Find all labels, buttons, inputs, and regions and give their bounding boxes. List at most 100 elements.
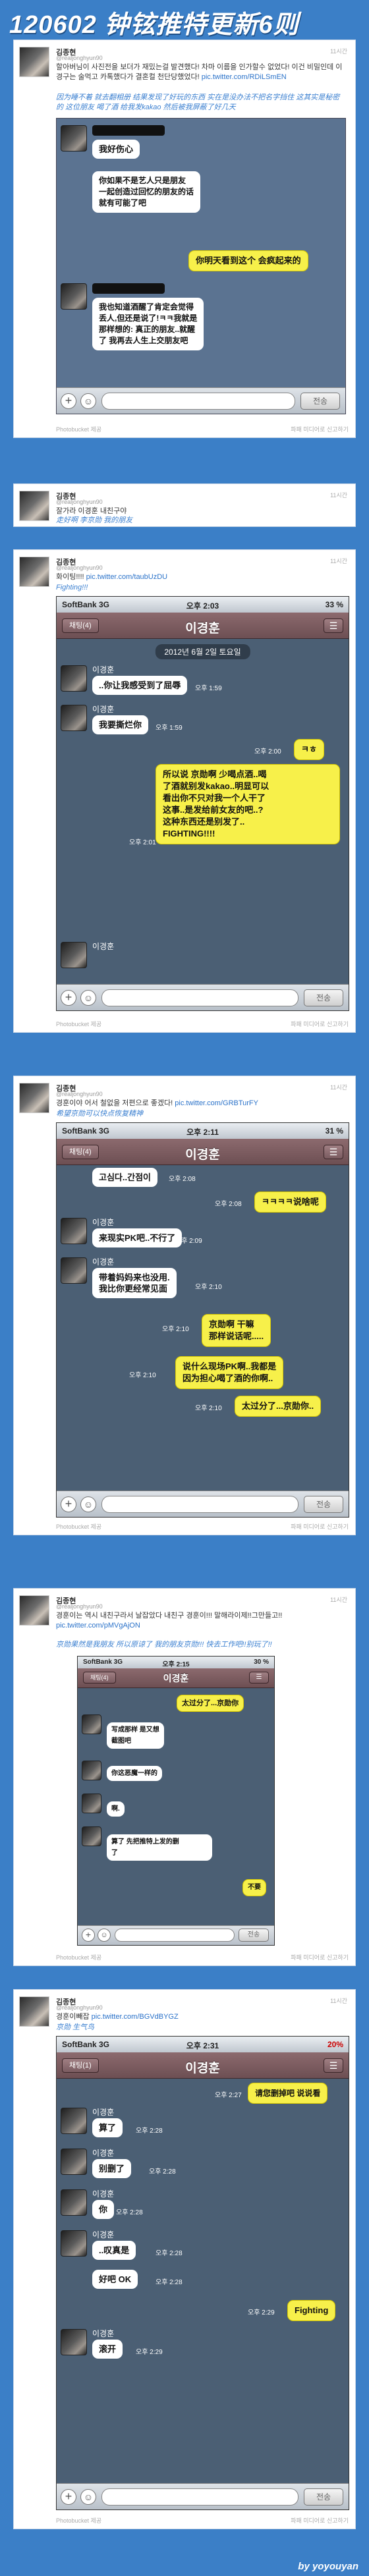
- user-id: @realjonghyun90: [56, 2004, 103, 2011]
- message-input[interactable]: [101, 1496, 298, 1513]
- contact-avatar: [82, 1714, 101, 1734]
- report-link[interactable]: 파패 미디어로 신고하기: [291, 1522, 349, 1531]
- emoji-icon[interactable]: ☺: [80, 2489, 96, 2505]
- plus-icon[interactable]: +: [61, 2489, 76, 2505]
- contact-name: 이경훈: [185, 2062, 220, 2075]
- chat-input-bar: + ☺ 전송: [78, 1925, 274, 1945]
- sender-name: 이경훈: [92, 1257, 115, 1267]
- emoji-icon[interactable]: ☺: [80, 1496, 96, 1512]
- menu-icon[interactable]: ☰: [324, 1145, 343, 1159]
- phone-screenshot: SoftBank 3G 오후 2:03 33 % 채팅(4) 이경훈 ☰ 2012년…: [56, 596, 349, 1011]
- tweet-text: 경훈이야 어서 철없을 저편으로 좋겠다! pic.twitter.com/GR…: [56, 1099, 258, 1107]
- message-input[interactable]: [101, 2488, 298, 2506]
- avatar[interactable]: [19, 1083, 49, 1113]
- phone-screenshot: SoftBank 3G 오후 2:15 30 % 채팅(4) 이경훈 ☰ 太过分了.…: [77, 1656, 275, 1946]
- message-input[interactable]: [101, 393, 295, 410]
- contact-avatar: [61, 2108, 87, 2134]
- send-button[interactable]: 전송: [304, 2488, 343, 2506]
- sender-name: 이경훈: [92, 2189, 115, 2199]
- avatar[interactable]: [19, 491, 49, 521]
- contact-avatar: [82, 1826, 101, 1846]
- send-button[interactable]: 전송: [300, 393, 340, 410]
- phone-screenshot: SoftBank 3G 오후 2:31 20% 채팅(1) 이경훈 ☰ 오후 2:2…: [56, 2036, 349, 2510]
- report-link[interactable]: 파패 미디어로 신고하기: [291, 425, 349, 433]
- msg-time: 오후 2:28: [156, 2250, 183, 2257]
- chat-bubble: 你这恶魔一样的: [107, 1766, 162, 1781]
- chat-bubble-mine: ㅋㅎ: [294, 739, 324, 760]
- msg-time: 오후 1:59: [156, 725, 183, 732]
- send-button[interactable]: 전송: [304, 1496, 343, 1513]
- msg-time: 오후 2:29: [136, 2349, 163, 2356]
- chat-bubble-mine: 说什么现场PK啊..我都是 因为担心喝了酒的你啊..: [175, 1356, 284, 1389]
- tweet-card-1: 김종현 @realjonghyun90 11시간 할아버님이 사진전을 보더가 …: [13, 40, 356, 438]
- emoji-icon[interactable]: ☺: [98, 1929, 111, 1942]
- status-bar: SoftBank 3G 오후 2:03 33 %: [57, 597, 349, 613]
- plus-icon[interactable]: +: [61, 1496, 76, 1512]
- contact-avatar: [61, 1218, 87, 1244]
- tweet-link[interactable]: pic.twitter.com/taubUzDU: [86, 573, 167, 581]
- tweet-age: 11시간: [330, 1084, 347, 1091]
- plus-icon[interactable]: +: [82, 1929, 95, 1942]
- contact-avatar: [61, 2149, 87, 2175]
- sender-name: 이경훈: [92, 2149, 115, 2158]
- chat-bubble-mine: 太过分了...京勋你: [177, 1695, 244, 1712]
- date-label: 2012년 6월 2일 토요일: [155, 644, 250, 659]
- tweet-translation: 因为睡不着 就去翻相册 结果发现了好玩的东西 实在是没办法不把名字挡住 这其实是…: [56, 94, 340, 111]
- menu-icon[interactable]: ☰: [324, 618, 343, 633]
- chat-nav-bar: 채팅(4) 이경훈 ☰: [57, 613, 349, 639]
- tweet-link[interactable]: pic.twitter.com/RDiLSmEN: [202, 73, 287, 81]
- send-button[interactable]: 전송: [239, 1929, 269, 1942]
- tweet-text: 경훈이는 역시 내친구라서 날잡았다 내친구 경훈이!!! 말해라이제!!그만들…: [56, 1612, 283, 1630]
- chat-bubble-mine: 京勋啊 干嘛 那样说话呢.....: [202, 1314, 271, 1347]
- msg-time: 오후 2:10: [162, 1326, 189, 1333]
- tweet-link[interactable]: pic.twitter.com/BGVdBYGZ: [92, 2013, 179, 2021]
- message-input[interactable]: [115, 1929, 235, 1942]
- chat-bubble-mine: 太过分了...京勋你..: [235, 1396, 322, 1417]
- msg-time: 오후 2:01: [129, 839, 156, 846]
- chat-nav-bar: 채팅(1) 이경훈 ☰: [57, 2052, 349, 2079]
- send-button[interactable]: 전송: [304, 989, 343, 1006]
- chat-input-bar: + ☺ 전송: [57, 387, 345, 414]
- chat-screenshot: 我好伤心 你如果不是艺人只是朋友 一起创造过回忆的朋友的话 就有可能了吧 你明天…: [56, 118, 346, 414]
- chat-input-bar: + ☺ 전송: [57, 2483, 349, 2509]
- msg-time: 오후 2:28: [156, 2279, 183, 2286]
- chat-bubble: 고심다..간점이: [92, 1168, 157, 1187]
- tweet-link[interactable]: pic.twitter.com/GRBTurFY: [175, 1099, 258, 1107]
- plus-icon[interactable]: +: [61, 393, 76, 409]
- chat-bubble: 我好伤心: [92, 140, 140, 159]
- phone-screenshot: SoftBank 3G 오후 2:11 31 % 채팅(4) 이경훈 ☰ 고심다..…: [56, 1122, 349, 1518]
- report-link[interactable]: 파패 미디어로 신고하기: [291, 2516, 349, 2525]
- tweet-age: 11시간: [330, 1998, 347, 2004]
- contact-avatar: [61, 2230, 87, 2257]
- tweet-translation: 京勋果然是我朋友 所以原谅了 我的朋友京勋!!! 快去工作吧!!别玩了!!: [56, 1641, 272, 1649]
- chat-area: 오후 2:27 请您删掉吧 说说看 이경훈 算了 오후 2:28 이경훈 别删了…: [57, 2079, 349, 2484]
- redaction-bar: [92, 125, 165, 136]
- msg-time: 오후 2:00: [254, 748, 281, 755]
- avatar[interactable]: [19, 1595, 49, 1626]
- contact-avatar: [61, 705, 87, 731]
- msg-time: 오후 2:10: [195, 1405, 222, 1412]
- redaction-bar: [92, 283, 165, 294]
- msg-time: 오후 2:28: [116, 2209, 143, 2216]
- menu-icon[interactable]: ☰: [249, 1672, 269, 1684]
- emoji-icon[interactable]: ☺: [80, 990, 96, 1006]
- chat-bubble-mine: 不要: [242, 1879, 266, 1896]
- report-link[interactable]: 파패 미디어로 신고하기: [291, 1020, 349, 1028]
- plus-icon[interactable]: +: [61, 990, 76, 1006]
- chat-bubble: 别删了: [92, 2159, 132, 2178]
- chat-bubble-mine: 所以说 京勋啊 少喝点酒..喝 了酒就别发kakao..明显可以 看出你不只对我…: [156, 764, 340, 844]
- avatar[interactable]: [19, 47, 49, 77]
- chat-bubble-mine: Fighting: [287, 2300, 336, 2321]
- emoji-icon[interactable]: ☺: [80, 393, 96, 409]
- sender-name: 이경훈: [92, 665, 115, 674]
- menu-icon[interactable]: ☰: [324, 2058, 343, 2073]
- message-input[interactable]: [101, 989, 298, 1006]
- tweet-link[interactable]: pic.twitter.com/pMVgAjON: [56, 1622, 140, 1630]
- tweet-text: 화이팅!!!! pic.twitter.com/taubUzDU: [56, 573, 168, 581]
- report-link[interactable]: 파패 미디어로 신고하기: [291, 1953, 349, 1961]
- avatar[interactable]: [19, 1996, 49, 2027]
- user-id[interactable]: @realjonghyun90: [56, 55, 103, 61]
- chat-bubble: 啊.: [107, 1801, 125, 1817]
- chat-nav-bar: 채팅(4) 이경훈 ☰: [57, 1139, 349, 1165]
- avatar[interactable]: [19, 557, 49, 587]
